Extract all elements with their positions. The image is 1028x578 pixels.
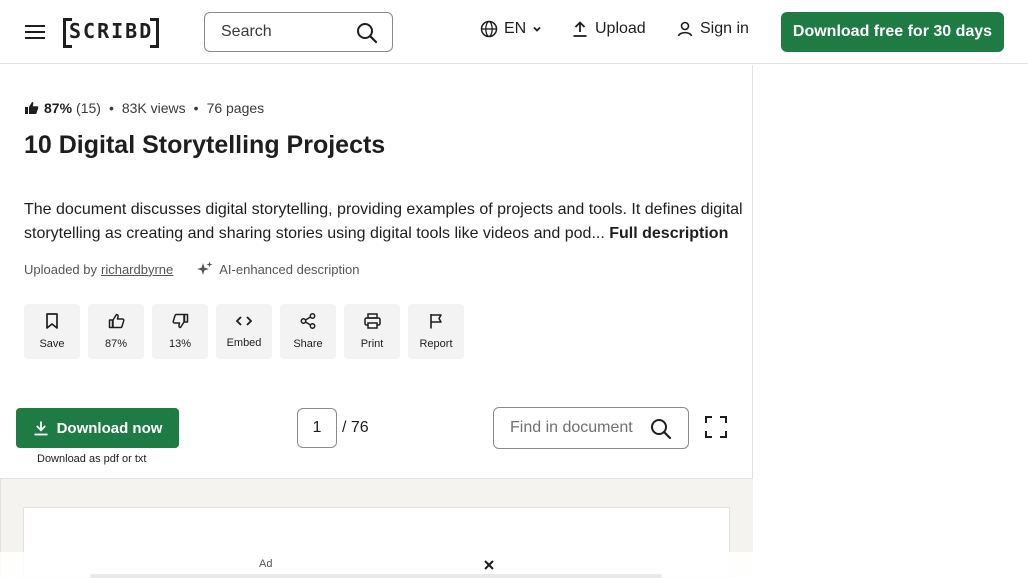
search-icon[interactable]: [356, 22, 378, 44]
page-count: 76 pages: [206, 100, 265, 116]
current-page: 1: [312, 419, 322, 436]
download-format-note: Download as pdf or txt: [37, 453, 147, 465]
download-free-label: Download free for 30 days: [792, 23, 993, 40]
download-now-label: Download now: [56, 419, 163, 437]
action-bar: Save 87% 13% Embed Share Print Report: [24, 304, 464, 359]
search-placeholder: Search: [221, 23, 272, 40]
uploader-link[interactable]: richardbyrne: [101, 262, 173, 277]
document-title: 10 Digital Storytelling Projects: [24, 131, 386, 159]
page-total: / 76: [342, 419, 369, 436]
thumbs-down-icon: [171, 313, 189, 329]
sign-in-label: Sign in: [700, 20, 749, 37]
dislike-percent: 13%: [168, 338, 192, 350]
search-input[interactable]: Search: [204, 12, 393, 52]
menu-icon[interactable]: [24, 22, 46, 42]
uploaded-by-label: Uploaded by: [24, 261, 97, 277]
thumbs-up-icon: [108, 313, 125, 329]
upload-button[interactable]: Upload: [571, 20, 646, 38]
share-button[interactable]: Share: [280, 304, 336, 359]
logo-text: SCRIBD: [69, 19, 154, 43]
search-icon[interactable]: [650, 418, 672, 440]
find-placeholder: Find in document: [510, 419, 633, 436]
report-label: Report: [419, 338, 453, 350]
fullscreen-icon[interactable]: [705, 416, 727, 438]
printer-icon: [363, 313, 381, 329]
meta-separator: •: [108, 100, 114, 116]
like-percent: 87%: [104, 338, 128, 350]
share-icon: [300, 313, 316, 329]
meta-separator: •: [193, 100, 199, 116]
bookmark-icon: [45, 313, 59, 329]
share-label: Share: [293, 338, 323, 350]
document-description: The document discusses digital storytell…: [24, 198, 752, 246]
ai-description-label: AI-enhanced description: [219, 261, 360, 277]
download-free-button[interactable]: Download free for 30 days: [781, 12, 1004, 52]
rating-percent: 87%: [44, 100, 73, 116]
close-icon[interactable]: [482, 558, 496, 572]
embed-label: Embed: [226, 337, 262, 349]
sparkle-icon: [197, 261, 213, 277]
flag-icon: [429, 313, 443, 329]
language-selector[interactable]: EN: [480, 20, 542, 38]
print-button[interactable]: Print: [344, 304, 400, 359]
report-button[interactable]: Report: [408, 304, 464, 359]
ad-label: Ad: [259, 558, 273, 570]
download-icon: [33, 420, 49, 436]
chevron-down-icon: [532, 24, 542, 34]
save-label: Save: [39, 338, 65, 350]
document-meta: 87% (15) • 83K views • 76 pages: [24, 100, 264, 116]
ai-description-badge: AI-enhanced description: [197, 261, 359, 277]
save-button[interactable]: Save: [24, 304, 80, 359]
column-divider: [752, 65, 753, 478]
like-button[interactable]: 87%: [88, 304, 144, 359]
download-now-button[interactable]: Download now: [16, 408, 179, 448]
language-label: EN: [504, 20, 527, 37]
upload-label: Upload: [595, 20, 646, 37]
ad-banner[interactable]: [90, 574, 662, 578]
views-count: 83K views: [121, 100, 186, 116]
find-in-document-input[interactable]: Find in document: [493, 407, 689, 449]
uploader-line: Uploaded by richardbyrne AI-enhanced des…: [24, 261, 359, 277]
code-icon: [235, 314, 253, 328]
sign-in-button[interactable]: Sign in: [676, 20, 749, 38]
dislike-button[interactable]: 13%: [152, 304, 208, 359]
user-icon: [676, 20, 694, 38]
print-label: Print: [360, 338, 384, 350]
scribd-logo[interactable]: SCRIBD: [63, 18, 160, 48]
page-number-input[interactable]: 1: [297, 408, 337, 448]
upload-icon: [571, 20, 589, 38]
embed-button[interactable]: Embed: [216, 304, 272, 359]
thumbs-up-icon: [24, 101, 39, 115]
rating-count: (15): [76, 100, 101, 116]
globe-icon: [480, 20, 498, 38]
top-header: SCRIBD Search EN Upload Sign in Download…: [0, 0, 1028, 64]
full-description-link[interactable]: Full description: [609, 225, 728, 242]
